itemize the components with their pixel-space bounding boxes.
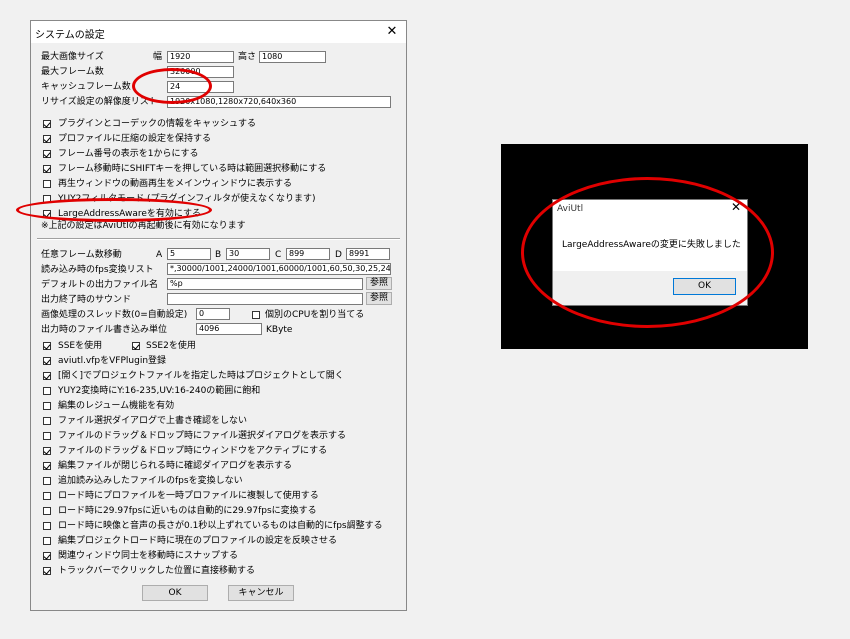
- cache-frames-label: キャッシュフレーム数: [41, 82, 131, 92]
- bottom-option-label: 追加読み込みしたファイルのfpsを変換しない: [58, 476, 243, 486]
- system-settings-dialog: システムの設定 ✕ 最大画像サイズ 幅 1920 高さ 1080 最大フレーム数…: [30, 20, 407, 611]
- jump-b-label: B: [215, 250, 222, 260]
- close-icon[interactable]: ✕: [378, 21, 406, 43]
- height-label: 高さ: [238, 52, 257, 62]
- restart-note: ※上記の設定はAviUtlの再起動後に有効になります: [41, 221, 246, 231]
- bottom-option-label: YUY2変換時にY:16-235,UV:16-240の範囲に飽和: [58, 386, 261, 396]
- top-option-label: 再生ウィンドウの動画再生をメインウィンドウに表示する: [58, 179, 293, 189]
- bottom-option-checkbox[interactable]: [43, 492, 51, 500]
- jump-a-label: A: [156, 250, 163, 260]
- bottom-option-label: ロード時に映像と音声の長さが0.1秒以上ずれているものは自動的にfps調整する: [58, 521, 383, 531]
- fps-list-label: 読み込み時のfps変換リスト: [41, 265, 154, 275]
- cpu-checkbox[interactable]: [252, 311, 260, 319]
- top-option-checkbox[interactable]: [43, 165, 51, 173]
- width-input[interactable]: 1920: [167, 51, 234, 63]
- bottom-option-checkbox[interactable]: [43, 387, 51, 395]
- bottom-option-label: 関連ウィンドウ同士を移動時にスナップする: [58, 551, 239, 561]
- bottom-option-label: ファイルのドラッグ＆ドロップ時にファイル選択ダイアログを表示する: [58, 431, 347, 441]
- dialog-titlebar[interactable]: システムの設定 ✕: [31, 21, 406, 43]
- bottom-option-checkbox[interactable]: [43, 402, 51, 410]
- top-option-label: フレーム移動時にSHIFTキーを押している時は範囲選択移動にする: [58, 164, 327, 174]
- browse-output-button[interactable]: 参照: [366, 277, 392, 290]
- jump-c-label: C: [275, 250, 282, 260]
- max-frames-label: 最大フレーム数: [41, 67, 104, 77]
- ok-button[interactable]: OK: [142, 585, 208, 601]
- jump-c-input[interactable]: 899: [286, 248, 330, 260]
- max-image-size-label: 最大画像サイズ: [41, 52, 104, 62]
- bottom-option-checkbox[interactable]: [43, 567, 51, 575]
- top-option-label: プロファイルに圧縮の設定を保持する: [58, 134, 212, 144]
- dialog-title: システムの設定: [35, 30, 105, 41]
- highlight-ellipse-laa: [16, 198, 212, 222]
- bottom-option-label: ロード時にプロファイルを一時プロファイルに複製して使用する: [58, 491, 319, 501]
- sse2-checkbox[interactable]: [132, 342, 140, 350]
- write-unit-input[interactable]: 4096: [196, 323, 262, 335]
- sse-checkbox[interactable]: [43, 342, 51, 350]
- bottom-option-checkbox[interactable]: [43, 357, 51, 365]
- jump-label: 任意フレーム数移動: [41, 250, 122, 260]
- bottom-option-checkbox[interactable]: [43, 552, 51, 560]
- write-unit-suffix: KByte: [266, 325, 293, 335]
- bottom-option-label: [開く]でプロジェクトファイルを指定した時はプロジェクトとして開く: [58, 371, 344, 381]
- height-input[interactable]: 1080: [259, 51, 326, 63]
- resize-list-label: リサイズ設定の解像度リスト: [41, 97, 158, 107]
- bottom-option-label: 編集プロジェクトロード時に現在のプロファイルの設定を反映させる: [58, 536, 338, 546]
- fps-list-input[interactable]: *,30000/1001,24000/1001,60000/1001,60,50…: [167, 263, 391, 275]
- bottom-option-checkbox[interactable]: [43, 372, 51, 380]
- cancel-button[interactable]: キャンセル: [228, 585, 294, 601]
- bottom-option-label: aviutl.vfpをVFPlugin登録: [58, 356, 167, 366]
- top-option-checkbox[interactable]: [43, 150, 51, 158]
- divider: [37, 238, 400, 240]
- browse-sound-button[interactable]: 参照: [366, 292, 392, 305]
- sse2-label: SSE2を使用: [146, 341, 196, 351]
- top-option-checkbox[interactable]: [43, 120, 51, 128]
- bottom-option-checkbox[interactable]: [43, 447, 51, 455]
- top-option-checkbox[interactable]: [43, 135, 51, 143]
- top-option-checkbox[interactable]: [43, 180, 51, 188]
- threads-label: 画像処理のスレッド数(0=自動設定): [41, 310, 188, 320]
- threads-input[interactable]: 0: [196, 308, 230, 320]
- jump-b-input[interactable]: 30: [226, 248, 270, 260]
- sse-label: SSEを使用: [58, 341, 103, 351]
- jump-d-input[interactable]: 8991: [346, 248, 390, 260]
- jump-d-label: D: [335, 250, 342, 260]
- top-option-label: フレーム番号の表示を1からにする: [58, 149, 199, 159]
- jump-a-input[interactable]: 5: [167, 248, 211, 260]
- bottom-option-checkbox[interactable]: [43, 537, 51, 545]
- bottom-option-checkbox[interactable]: [43, 432, 51, 440]
- bottom-option-checkbox[interactable]: [43, 417, 51, 425]
- bottom-option-checkbox[interactable]: [43, 522, 51, 530]
- bottom-option-checkbox[interactable]: [43, 462, 51, 470]
- cpu-label: 個別のCPUを割り当てる: [265, 310, 365, 320]
- default-output-input[interactable]: %p: [167, 278, 363, 290]
- width-label: 幅: [153, 52, 163, 62]
- bottom-option-label: 編集のレジューム機能を有効: [58, 401, 175, 411]
- bottom-option-label: ロード時に29.97fpsに近いものは自動的に29.97fpsに変換する: [58, 506, 317, 516]
- write-unit-label: 出力時のファイル書き込み単位: [41, 325, 168, 335]
- bottom-option-checkbox[interactable]: [43, 477, 51, 485]
- default-output-label: デフォルトの出力ファイル名: [41, 280, 159, 290]
- sound-label: 出力終了時のサウンド: [41, 295, 132, 305]
- bottom-option-checkbox[interactable]: [43, 507, 51, 515]
- top-option-label: プラグインとコーデックの情報をキャッシュする: [58, 119, 257, 129]
- bottom-option-label: 編集ファイルが閉じられる時に確認ダイアログを表示する: [58, 461, 293, 471]
- bottom-option-label: ファイルのドラッグ＆ドロップ時にウィンドウをアクティブにする: [58, 446, 328, 456]
- highlight-ellipse-error: [521, 177, 774, 328]
- bottom-option-label: トラックバーでクリックした位置に直接移動する: [58, 566, 256, 576]
- highlight-ellipse-cache: [132, 68, 212, 104]
- bottom-option-label: ファイル選択ダイアログで上書き確認をしない: [58, 416, 248, 426]
- sound-input[interactable]: [167, 293, 363, 305]
